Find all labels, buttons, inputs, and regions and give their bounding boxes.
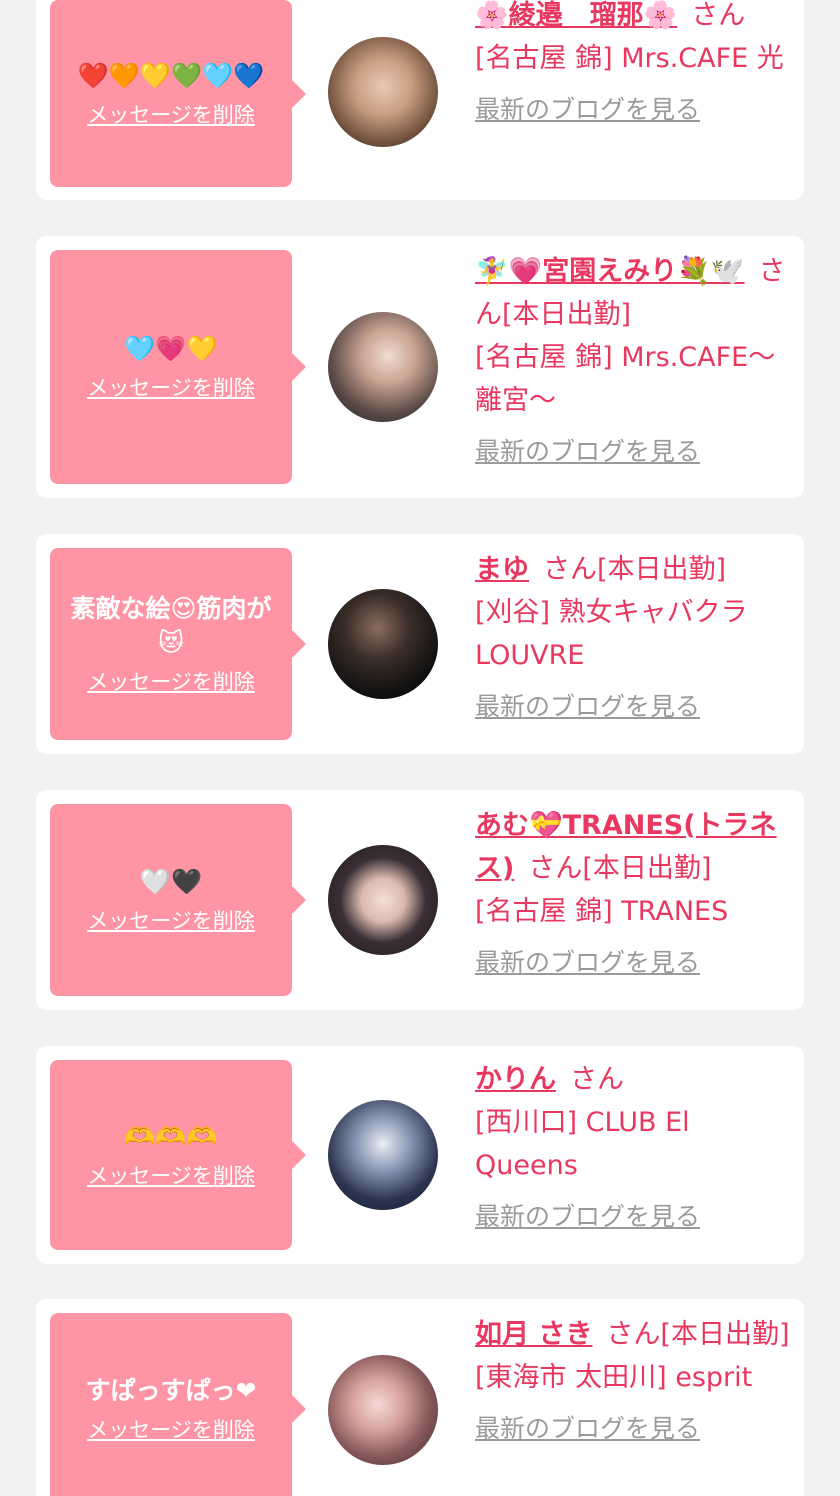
- shop-name: [西川口] CLUB El Queens: [475, 1107, 690, 1181]
- message-bubble: ❤️🧡💛💚🩵💙 メッセージを削除: [50, 0, 306, 187]
- delete-message-link[interactable]: メッセージを削除: [87, 666, 255, 696]
- latest-blog-link[interactable]: 最新のブログを見る: [475, 943, 700, 979]
- delete-message-link[interactable]: メッセージを削除: [87, 1414, 255, 1444]
- message-bubble: 素敵な絵😍筋肉が😻 メッセージを削除: [50, 548, 306, 740]
- message-text: 🩵💗💛: [124, 334, 218, 363]
- message-text: すぱっすぱっ❤︎: [85, 1376, 257, 1405]
- shop-name: [東海市 太田川] esprit: [475, 1362, 753, 1393]
- message-bubble: すぱっすぱっ❤︎ メッセージを削除: [50, 1313, 306, 1496]
- latest-blog-link[interactable]: 最新のブログを見る: [475, 1409, 700, 1445]
- san-suffix: さん: [543, 554, 597, 585]
- latest-blog-link[interactable]: 最新のブログを見る: [475, 1197, 700, 1233]
- avatar[interactable]: [328, 312, 438, 422]
- cast-info: かりん さん [西川口] CLUB El Queens 最新のブログを見る: [475, 1058, 793, 1233]
- latest-blog-link[interactable]: 最新のブログを見る: [475, 90, 700, 126]
- delete-message-link[interactable]: メッセージを削除: [87, 372, 255, 402]
- cast-info: まゆ さん[本日出勤] [刈谷] 熟女キャバクラ LOUVRE 最新のブログを見る: [475, 548, 793, 723]
- message-list: ❤️🧡💛💚🩵💙 メッセージを削除 🌸綾邉 瑠那🌸 さん [名古屋 錦] Mrs.C…: [0, 0, 840, 1496]
- delete-message-link[interactable]: メッセージを削除: [87, 1160, 255, 1190]
- work-status: [本日出勤]: [502, 299, 632, 330]
- message-text: 🤍🖤: [139, 867, 203, 896]
- cast-name-link[interactable]: まゆ: [475, 554, 529, 585]
- cast-info: 🧚‍♀️💗宮園えみり💐🕊️ さん[本日出勤] [名古屋 錦] Mrs.CAFE〜離…: [475, 250, 793, 468]
- avatar[interactable]: [328, 1355, 438, 1465]
- shop-name: [名古屋 錦] Mrs.CAFE 光: [475, 43, 784, 74]
- avatar[interactable]: [328, 37, 438, 147]
- avatar[interactable]: [328, 1100, 438, 1210]
- cast-info: 🌸綾邉 瑠那🌸 さん [名古屋 錦] Mrs.CAFE 光 最新のブログを見る: [475, 0, 793, 126]
- work-status: [本日出勤]: [660, 1319, 790, 1350]
- shop-name: [名古屋 錦] Mrs.CAFE〜離宮〜: [475, 342, 776, 416]
- message-card: 🫶🫶🫶 メッセージを削除 かりん さん [西川口] CLUB El Queens …: [36, 1046, 804, 1264]
- san-suffix: さん: [570, 1064, 624, 1095]
- message-bubble: 🩵💗💛 メッセージを削除: [50, 250, 306, 484]
- delete-message-link[interactable]: メッセージを削除: [87, 99, 255, 129]
- san-suffix: さん: [528, 853, 583, 884]
- avatar[interactable]: [328, 845, 438, 955]
- shop-name: [刈谷] 熟女キャバクラ LOUVRE: [475, 597, 748, 671]
- message-bubble: 🫶🫶🫶 メッセージを削除: [50, 1060, 306, 1250]
- cast-name-link[interactable]: 🌸綾邉 瑠那🌸: [475, 0, 677, 31]
- latest-blog-link[interactable]: 最新のブログを見る: [475, 687, 700, 723]
- cast-name-link[interactable]: かりん: [475, 1064, 556, 1095]
- cast-name-link[interactable]: 🧚‍♀️💗宮園えみり💐🕊️: [475, 256, 744, 287]
- message-card: 🤍🖤 メッセージを削除 あむ💝TRANES(トラネス) さん[本日出勤] [名古屋…: [36, 790, 804, 1010]
- cast-name-link[interactable]: 如月 さき: [475, 1319, 592, 1350]
- work-status: [本日出勤]: [597, 554, 727, 585]
- san-suffix: さん: [691, 0, 746, 31]
- message-bubble: 🤍🖤 メッセージを削除: [50, 804, 306, 996]
- avatar[interactable]: [328, 589, 438, 699]
- message-card: 素敵な絵😍筋肉が😻 メッセージを削除 まゆ さん[本日出勤] [刈谷] 熟女キャバ…: [36, 534, 804, 754]
- message-card: ❤️🧡💛💚🩵💙 メッセージを削除 🌸綾邉 瑠那🌸 さん [名古屋 錦] Mrs.C…: [36, 0, 804, 200]
- delete-message-link[interactable]: メッセージを削除: [87, 905, 255, 935]
- message-card: 🩵💗💛 メッセージを削除 🧚‍♀️💗宮園えみり💐🕊️ さん[本日出勤] [名古屋 …: [36, 236, 804, 498]
- message-text: 素敵な絵😍筋肉が😻: [70, 594, 272, 657]
- message-text: 🫶🫶🫶: [124, 1122, 218, 1151]
- san-suffix: さん: [606, 1319, 661, 1350]
- shop-name: [名古屋 錦] TRANES: [475, 896, 729, 927]
- cast-info: 如月 さき さん[本日出勤] [東海市 太田川] esprit 最新のブログを見る: [475, 1313, 793, 1445]
- cast-info: あむ💝TRANES(トラネス) さん[本日出勤] [名古屋 錦] TRANES 最…: [475, 804, 793, 979]
- message-text: ❤️🧡💛💚🩵💙: [77, 60, 265, 90]
- work-status: [本日出勤]: [582, 853, 712, 884]
- latest-blog-link[interactable]: 最新のブログを見る: [475, 432, 700, 468]
- message-card: すぱっすぱっ❤︎ メッセージを削除 如月 さき さん[本日出勤] [東海市 太田川…: [36, 1299, 804, 1496]
